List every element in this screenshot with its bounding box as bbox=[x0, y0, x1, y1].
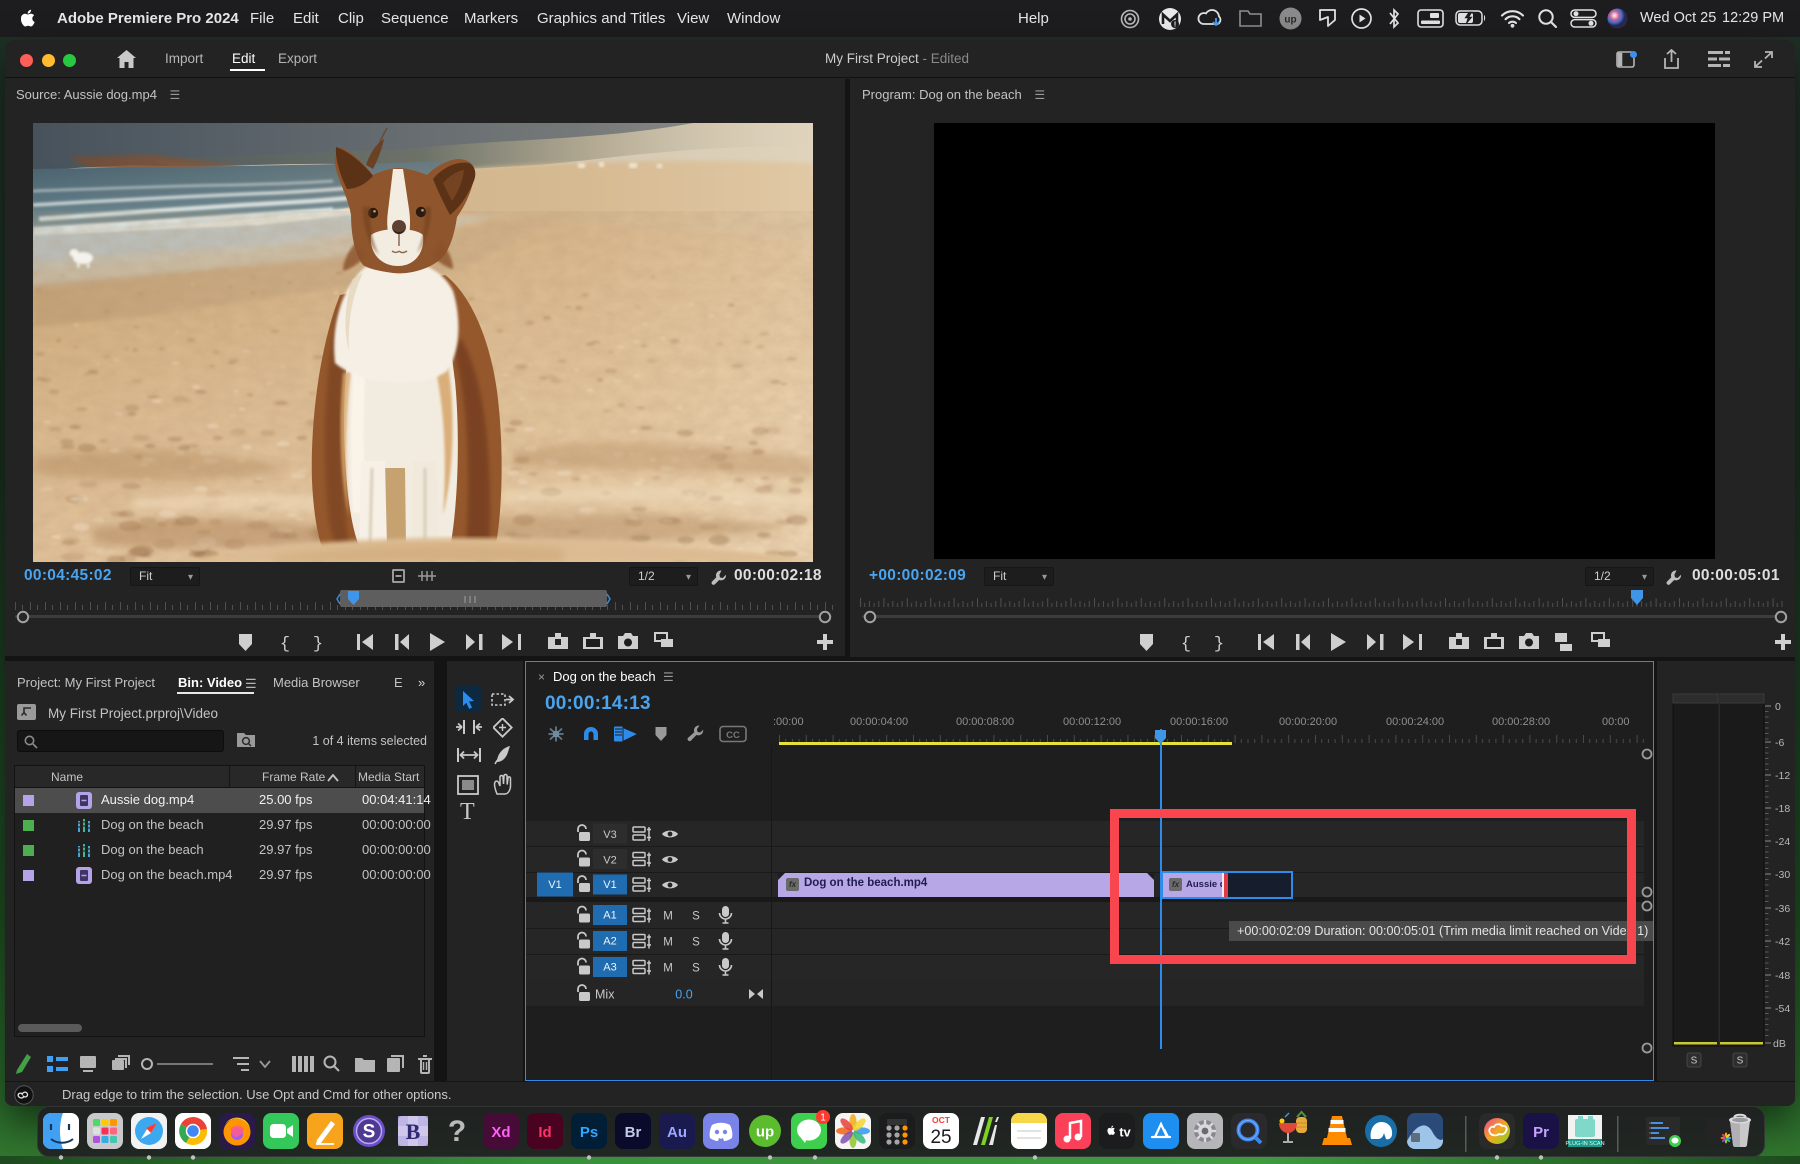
svg-text:PLUG-IN SCAN: PLUG-IN SCAN bbox=[1565, 1141, 1604, 1147]
svg-text:25: 25 bbox=[930, 1127, 951, 1148]
svg-text:V1: V1 bbox=[548, 879, 561, 891]
svg-text:V2: V2 bbox=[603, 855, 616, 867]
svg-text:S: S bbox=[1691, 1056, 1698, 1067]
svg-text:A1: A1 bbox=[603, 910, 616, 922]
svg-text:-30: -30 bbox=[1775, 869, 1790, 881]
svg-text:S: S bbox=[692, 963, 700, 975]
svg-text:-24: -24 bbox=[1775, 836, 1790, 848]
svg-text:Br: Br bbox=[625, 1124, 642, 1141]
svg-text:V1: V1 bbox=[603, 879, 616, 891]
svg-text:S: S bbox=[692, 937, 700, 949]
svg-text:Au: Au bbox=[667, 1124, 687, 1141]
svg-text:?: ? bbox=[448, 1115, 466, 1148]
svg-text:V3: V3 bbox=[603, 829, 616, 841]
svg-text:B: B bbox=[406, 1119, 421, 1144]
svg-text:0: 0 bbox=[1775, 701, 1781, 713]
svg-text:1: 1 bbox=[820, 1113, 826, 1124]
svg-text:}: } bbox=[313, 635, 323, 654]
svg-text:!: ! bbox=[1174, 22, 1176, 29]
svg-text:S: S bbox=[363, 1122, 376, 1143]
svg-text:OCT: OCT bbox=[932, 1115, 951, 1125]
svg-text:S: S bbox=[692, 911, 700, 923]
svg-text:tv: tv bbox=[1119, 1125, 1131, 1140]
svg-text:-6: -6 bbox=[1775, 737, 1784, 749]
svg-text:-12: -12 bbox=[1775, 770, 1790, 782]
svg-text:M: M bbox=[663, 937, 673, 949]
svg-text:M: M bbox=[663, 963, 673, 975]
svg-text:Mix: Mix bbox=[595, 988, 615, 1002]
svg-text:-36: -36 bbox=[1775, 903, 1790, 915]
svg-text:Xd: Xd bbox=[491, 1124, 510, 1141]
svg-text:-18: -18 bbox=[1775, 803, 1790, 815]
svg-text:S: S bbox=[1737, 1056, 1744, 1067]
svg-text:-54: -54 bbox=[1775, 1003, 1790, 1015]
svg-text:up: up bbox=[756, 1124, 774, 1141]
svg-text:Pr: Pr bbox=[1533, 1124, 1549, 1141]
svg-text:CC: CC bbox=[726, 730, 740, 741]
svg-text:{: { bbox=[280, 635, 290, 654]
svg-text:Id: Id bbox=[538, 1124, 551, 1141]
svg-text:A2: A2 bbox=[603, 936, 616, 948]
svg-text:A3: A3 bbox=[603, 962, 616, 974]
svg-text:-48: -48 bbox=[1775, 970, 1790, 982]
svg-text:-42: -42 bbox=[1775, 936, 1790, 948]
svg-text:dB: dB bbox=[1773, 1038, 1786, 1050]
svg-text:0.0: 0.0 bbox=[675, 988, 692, 1002]
svg-text:}: } bbox=[1214, 635, 1224, 654]
svg-text:Ps: Ps bbox=[580, 1124, 598, 1141]
svg-text:M: M bbox=[663, 911, 673, 923]
svg-text:{: { bbox=[1181, 635, 1191, 654]
svg-text:up: up bbox=[1284, 15, 1296, 26]
